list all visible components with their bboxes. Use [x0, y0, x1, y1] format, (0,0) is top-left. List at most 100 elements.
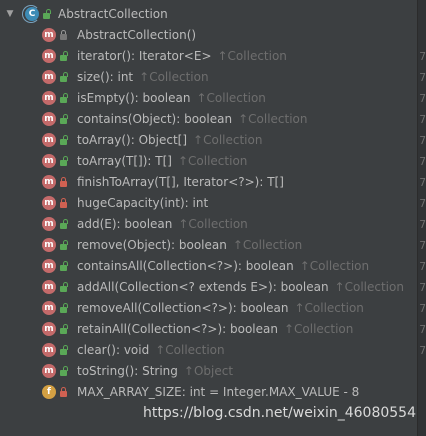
- gutter-line-number: 7: [419, 92, 426, 105]
- member-signature-text: removeAll(Collection<?>): boolean: [77, 301, 289, 315]
- method-icon: m: [42, 49, 56, 63]
- member-signature: hugeCapacity(int): int: [77, 193, 208, 213]
- method-row[interactable]: m retainAll(Collection<?>): boolean ↑Colle…: [0, 319, 418, 339]
- member-signature-text: isEmpty(): boolean: [77, 91, 191, 105]
- private-visibility-icon: [60, 177, 68, 187]
- inherited-from-label: ↑Collection: [217, 49, 287, 63]
- public-visibility-icon: [60, 93, 68, 103]
- inherited-from-label: ↑Collection: [193, 133, 263, 147]
- private-visibility-icon: [60, 387, 68, 397]
- inherited-from-label: ↑Collection: [178, 217, 248, 231]
- member-signature-text: addAll(Collection<? extends E>): boolean: [77, 280, 329, 294]
- method-row[interactable]: m toArray(T[]): T[] ↑Collection: [0, 151, 418, 171]
- method-icon: m: [42, 217, 56, 231]
- class-name: AbstractCollection: [58, 7, 168, 21]
- gutter-line-number: 7: [419, 218, 426, 231]
- method-icon: m: [42, 28, 56, 42]
- member-signature: toArray(T[]): T[] ↑Collection: [77, 151, 247, 171]
- gutter-line-number: 7: [419, 134, 426, 147]
- member-signature-text: containsAll(Collection<?>): boolean: [77, 259, 294, 273]
- method-icon: m: [42, 364, 56, 378]
- private-visibility-icon: [60, 198, 68, 208]
- method-row[interactable]: m addAll(Collection<? extends E>): boolea…: [0, 277, 418, 297]
- method-row[interactable]: m add(E): boolean ↑Collection: [0, 214, 418, 234]
- method-row[interactable]: m iterator(): Iterator<E> ↑Collection: [0, 46, 418, 66]
- member-signature: isEmpty(): boolean ↑Collection: [77, 88, 266, 108]
- method-row[interactable]: m removeAll(Collection<?>): boolean ↑Colle…: [0, 298, 418, 318]
- member-signature: remove(Object): boolean ↑Collection: [77, 235, 302, 255]
- method-row[interactable]: m AbstractCollection(): [0, 25, 418, 45]
- gutter-line-number: 7: [419, 239, 426, 252]
- member-signature-text: hugeCapacity(int): int: [77, 196, 209, 210]
- member-signature-text: clear(): void: [77, 343, 150, 357]
- inherited-from-label: ↑Collection: [294, 301, 364, 315]
- method-icon: m: [42, 343, 56, 357]
- member-signature: AbstractCollection(): [77, 25, 196, 45]
- inherited-from-label: ↑Collection: [139, 70, 209, 84]
- public-visibility-icon: [60, 303, 68, 313]
- method-icon: m: [42, 280, 56, 294]
- gutter-line-number: 7: [419, 260, 426, 273]
- member-signature-text: retainAll(Collection<?>): boolean: [77, 322, 278, 336]
- gutter-line-number: 7: [419, 50, 426, 63]
- member-signature: iterator(): Iterator<E> ↑Collection: [77, 46, 287, 66]
- public-visibility-icon: [60, 366, 68, 376]
- public-visibility-icon: [60, 51, 68, 61]
- method-icon: m: [42, 133, 56, 147]
- method-row[interactable]: m hugeCapacity(int): int: [0, 193, 418, 213]
- member-signature-text: add(E): boolean: [77, 217, 173, 231]
- method-icon: m: [42, 196, 56, 210]
- method-icon: m: [42, 91, 56, 105]
- method-icon: m: [42, 112, 56, 126]
- tree-root-row[interactable]: ▼ C AbstractCollection: [0, 4, 418, 24]
- inherited-from-label: ↑Collection: [232, 238, 303, 252]
- collapse-arrow-icon[interactable]: ▼: [5, 4, 15, 24]
- pkg-visibility-icon: [60, 30, 68, 40]
- method-row[interactable]: m isEmpty(): boolean ↑Collection: [0, 88, 418, 108]
- member-signature: MAX_ARRAY_SIZE: int = Integer.MAX_VALUE …: [77, 382, 359, 402]
- watermark-text: https://blog.csdn.net/weixin_46080554: [142, 405, 416, 421]
- public-visibility-icon: [60, 114, 68, 124]
- member-signature-text: finishToArray(T[], Iterator<?>): T[]: [77, 175, 284, 189]
- gutter-line-number: 7: [419, 197, 426, 210]
- method-row[interactable]: m contains(Object): boolean ↑Collection: [0, 109, 418, 129]
- method-icon: m: [42, 175, 56, 189]
- method-icon: m: [42, 154, 56, 168]
- member-signature-text: toArray(T[]): T[]: [77, 154, 172, 168]
- public-visibility-icon: [60, 72, 68, 82]
- inherited-from-label: ↑Collection: [238, 112, 308, 126]
- member-signature-text: toString(): String: [77, 364, 178, 378]
- method-icon: m: [42, 70, 56, 84]
- gutter-line-number: 7: [419, 176, 426, 189]
- inherited-from-label: ↑Collection: [334, 280, 404, 294]
- editor-gutter: 7 7 7 7 7 7 7 7 7 7 7 7 7 7 7: [417, 0, 426, 436]
- inherited-from-label: ↑Collection: [283, 322, 354, 336]
- member-signature-text: MAX_ARRAY_SIZE: int = Integer.MAX_VALUE …: [77, 385, 360, 399]
- member-signature-text: AbstractCollection(): [77, 28, 197, 42]
- public-visibility-icon: [60, 156, 68, 166]
- method-icon: m: [42, 301, 56, 315]
- method-row[interactable]: m finishToArray(T[], Iterator<?>): T[]: [0, 172, 418, 192]
- method-row[interactable]: m size(): int ↑Collection: [0, 67, 418, 87]
- public-visibility-icon: [60, 282, 68, 292]
- public-visibility-icon: [60, 324, 68, 334]
- method-row[interactable]: m clear(): void ↑Collection: [0, 340, 418, 360]
- member-signature: add(E): boolean ↑Collection: [77, 214, 248, 234]
- method-icon: m: [42, 238, 56, 252]
- method-row[interactable]: m toString(): String ↑Object: [0, 361, 418, 381]
- member-signature-text: toArray(): Object[]: [77, 133, 188, 147]
- member-signature: size(): int ↑Collection: [77, 67, 209, 87]
- gutter-line-number: 7: [419, 344, 426, 357]
- method-icon: m: [42, 322, 56, 336]
- inherited-from-label: ↑Collection: [155, 343, 225, 357]
- field-row[interactable]: f MAX_ARRAY_SIZE: int = Integer.MAX_VALUE…: [0, 382, 418, 402]
- gutter-line-number: 7: [419, 323, 426, 336]
- method-row[interactable]: m remove(Object): boolean ↑Collection: [0, 235, 418, 255]
- gutter-line-number: 7: [419, 71, 426, 84]
- member-signature-text: contains(Object): boolean: [77, 112, 233, 126]
- method-row[interactable]: m containsAll(Collection<?>): boolean ↑Col…: [0, 256, 418, 276]
- method-row[interactable]: m toArray(): Object[] ↑Collection: [0, 130, 418, 150]
- member-signature: clear(): void ↑Collection: [77, 340, 225, 360]
- public-visibility-icon: [60, 240, 68, 250]
- public-visibility-icon: [60, 261, 68, 271]
